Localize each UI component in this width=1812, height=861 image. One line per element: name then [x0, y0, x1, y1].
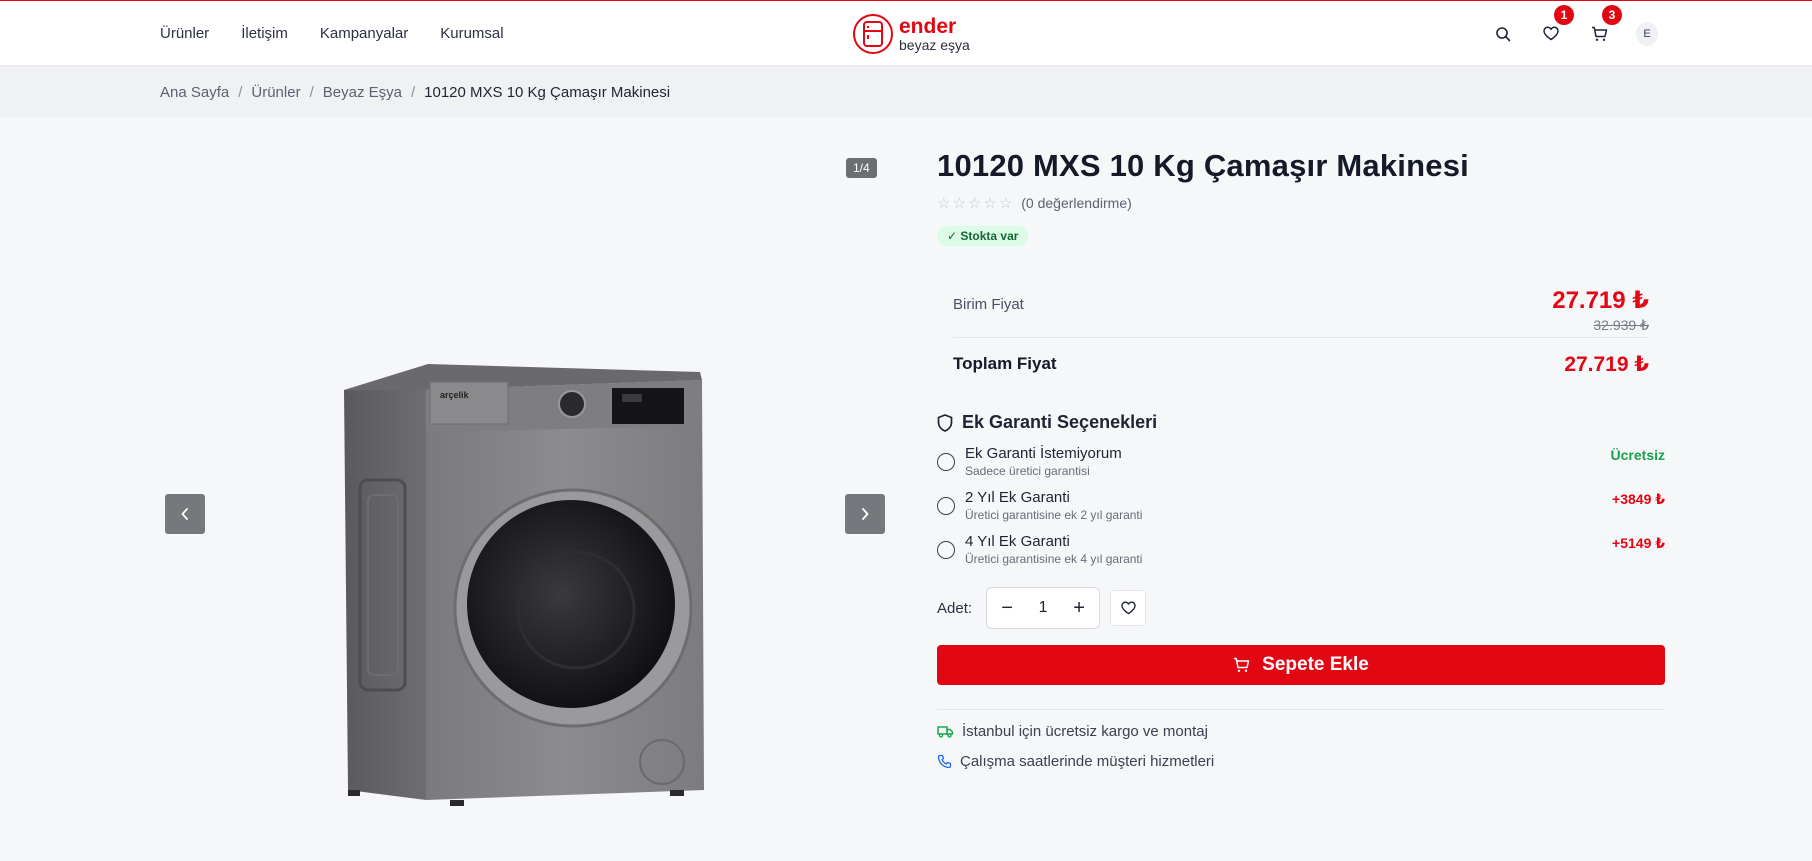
rating: ☆ ☆ ☆ ☆ ☆ (0 değerlendirme)	[937, 194, 1665, 212]
quantity-stepper: − +	[986, 587, 1101, 629]
image-counter: 1/4	[846, 158, 877, 178]
divider	[937, 709, 1665, 710]
fridge-logo-icon	[853, 14, 893, 54]
warranty-options: Ek Garanti Seçenekleri Ek Garanti İstemi…	[937, 412, 1665, 566]
site-header: Ürünler İletişim Kampanyalar Kurumsal en…	[0, 1, 1812, 66]
breadcrumb-products[interactable]: Ürünler	[251, 84, 300, 101]
breadcrumb-separator: /	[410, 83, 416, 101]
chevron-left-icon	[181, 508, 188, 520]
washing-machine-image: arçelik	[344, 364, 704, 806]
feature-shipping: İstanbul için ücretsiz kargo ve montaj	[937, 723, 1665, 740]
cart-button[interactable]: 3	[1588, 4, 1622, 45]
star-icon: ☆	[983, 195, 997, 212]
price-box: Birim Fiyat 27.719 ₺ 32.939 ₺ Toplam Fiy…	[937, 274, 1665, 390]
total-price-label: Toplam Fiyat	[953, 354, 1057, 373]
heart-icon	[1543, 26, 1559, 41]
product-title: 10120 MXS 10 Kg Çamaşır Makinesi	[937, 148, 1469, 183]
quantity-input[interactable]	[1025, 599, 1062, 617]
main-nav: Ürünler İletişim Kampanyalar Kurumsal	[160, 1, 504, 66]
warranty-option-4-year[interactable]: 4 Yıl Ek Garanti Üretici garantisine ek …	[937, 533, 1665, 566]
search-icon	[1496, 26, 1511, 41]
add-to-cart-label: Sepete Ekle	[1262, 654, 1369, 675]
warranty-option-name: 2 Yıl Ek Garanti	[965, 489, 1070, 506]
breadcrumb-category[interactable]: Beyaz Eşya	[323, 84, 402, 101]
wishlist-button[interactable]: 1	[1540, 4, 1574, 45]
feature-text: İstanbul için ücretsiz kargo ve montaj	[962, 723, 1208, 740]
unit-price-label: Birim Fiyat	[953, 296, 1024, 313]
svg-text:arçelik: arçelik	[440, 390, 470, 400]
quantity-row: Adet: − +	[937, 587, 1665, 629]
chevron-right-icon	[862, 508, 869, 520]
warranty-option-price: +3849 ₺	[1612, 491, 1665, 507]
decrease-button[interactable]: −	[997, 597, 1017, 620]
old-price: 32.939 ₺	[1593, 317, 1649, 333]
heart-icon	[1120, 601, 1136, 615]
gallery-prev-button[interactable]	[165, 494, 205, 534]
warranty-option-name: Ek Garanti İstemiyorum	[965, 445, 1122, 462]
breadcrumb-current: 10120 MXS 10 Kg Çamaşır Makinesi	[424, 83, 671, 101]
user-menu-button[interactable]: E	[1636, 21, 1658, 46]
breadcrumb: Ana Sayfa / Ürünler / Beyaz Eşya / 10120…	[160, 66, 670, 118]
total-price: 27.719 ₺	[1564, 352, 1649, 376]
feature-support: Çalışma saatlerinde müşteri hizmetleri	[937, 753, 1665, 770]
star-icon: ☆	[998, 195, 1013, 212]
breadcrumb-separator: /	[309, 83, 314, 101]
truck-icon	[937, 726, 954, 738]
avatar: E	[1636, 21, 1658, 46]
radio-button[interactable]	[937, 453, 955, 471]
shield-icon	[937, 413, 953, 432]
brand-logo[interactable]: ender beyaz eşya	[853, 14, 970, 54]
rating-count[interactable]: (0 değerlendirme)	[1021, 195, 1132, 211]
warranty-option-price: Ücretsiz	[1610, 447, 1665, 463]
warranty-title: Ek Garanti Seçenekleri	[962, 412, 1158, 432]
add-to-wishlist-button[interactable]	[1110, 590, 1147, 626]
warranty-option-desc: Üretici garantisine ek 2 yıl garanti	[965, 508, 1143, 522]
cart-count-badge: 3	[1602, 4, 1622, 25]
nav-corporate[interactable]: Kurumsal	[440, 25, 503, 42]
nav-campaigns[interactable]: Kampanyalar	[320, 25, 408, 42]
breadcrumb-separator: /	[238, 83, 243, 101]
brand-tagline: beyaz eşya	[899, 37, 970, 53]
star-icon: ☆	[937, 195, 951, 212]
warranty-option-none[interactable]: Ek Garanti İstemiyorum Sadece üretici ga…	[937, 445, 1665, 478]
nav-products[interactable]: Ürünler	[160, 25, 209, 42]
breadcrumb-home[interactable]: Ana Sayfa	[160, 84, 229, 101]
gallery-next-button[interactable]	[845, 494, 885, 534]
warranty-option-desc: Üretici garantisine ek 4 yıl garanti	[965, 552, 1143, 566]
product-info: 10120 MXS 10 Kg Çamaşır Makinesi ☆ ☆ ☆ ☆…	[937, 148, 1665, 770]
stock-badge: ✓ Stokta var	[937, 226, 1029, 246]
warranty-option-2-year[interactable]: 2 Yıl Ek Garanti Üretici garantisine ek …	[937, 489, 1665, 522]
product-gallery: 1/4 arçelik	[160, 150, 888, 810]
header-actions: 1 3 E	[1492, 1, 1658, 66]
nav-contact[interactable]: İletişim	[241, 25, 288, 42]
add-to-cart-button[interactable]: Sepete Ekle	[937, 645, 1665, 685]
warranty-option-name: 4 Yıl Ek Garanti	[965, 533, 1070, 550]
warranty-option-price: +5149 ₺	[1612, 535, 1665, 551]
warranty-option-desc: Sadece üretici garantisi	[965, 464, 1090, 478]
cart-icon	[1234, 657, 1250, 672]
breadcrumb-bar: Ana Sayfa / Ürünler / Beyaz Eşya / 10120…	[0, 66, 1812, 118]
increase-button[interactable]: +	[1069, 597, 1089, 620]
wishlist-count-badge: 1	[1554, 4, 1574, 25]
brand-name: ender	[899, 15, 957, 38]
star-icon: ☆	[967, 195, 982, 212]
search-button[interactable]	[1492, 23, 1514, 45]
feature-text: Çalışma saatlerinde müşteri hizmetleri	[960, 753, 1215, 770]
quantity-label: Adet:	[937, 599, 973, 617]
star-icon: ☆	[952, 195, 966, 212]
radio-button[interactable]	[937, 497, 955, 515]
phone-icon	[937, 754, 952, 769]
unit-price: 27.719 ₺	[1552, 287, 1649, 314]
radio-button[interactable]	[937, 541, 955, 559]
cart-icon	[1591, 26, 1607, 41]
